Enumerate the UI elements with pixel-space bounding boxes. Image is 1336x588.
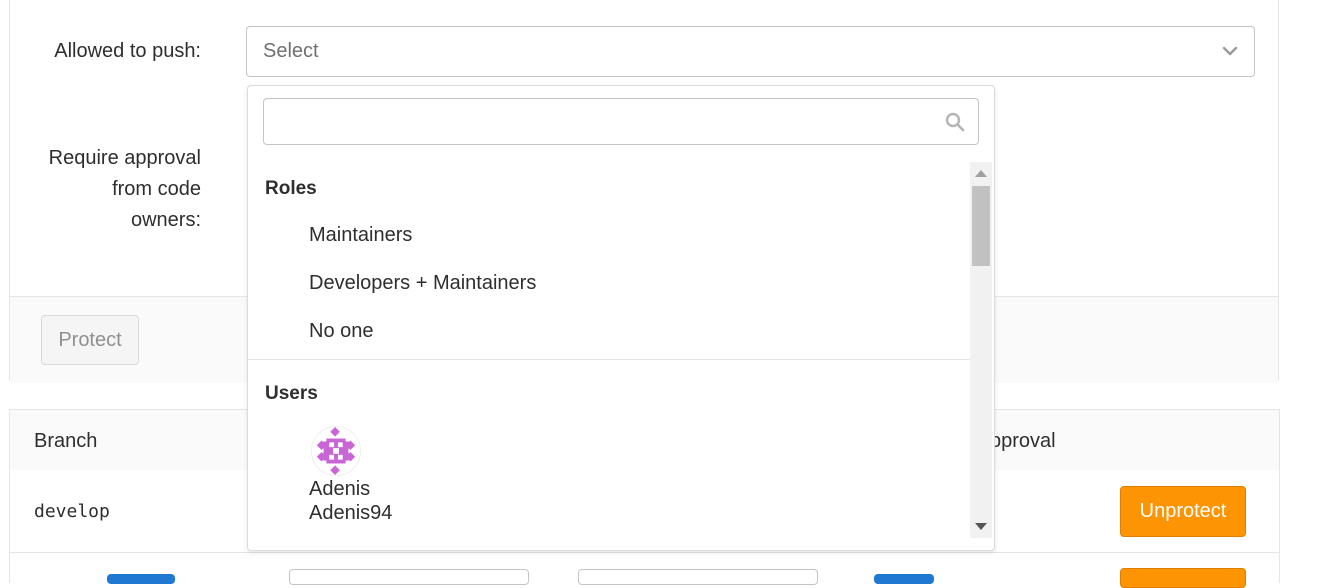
dropdown-list: Roles Maintainers Developers + Maintaine… <box>248 160 970 540</box>
dropdown-user-item[interactable]: Adenis Adenis94 <box>309 426 609 536</box>
scrollbar-thumb[interactable] <box>972 186 990 266</box>
unprotect-button[interactable]: Unprotect <box>1120 486 1246 537</box>
dropdown-item-maintainers[interactable]: Maintainers <box>309 224 412 247</box>
dropdown-divider <box>248 359 970 360</box>
user-name: Adenis <box>309 478 371 500</box>
scroll-up-arrow-icon[interactable] <box>975 170 987 177</box>
dropdown-header-users: Users <box>265 383 318 404</box>
require-approval-label-line2: from code <box>112 178 201 200</box>
code-owner-toggle[interactable] <box>874 574 934 584</box>
branch-name: develop <box>34 501 110 522</box>
identicon-icon <box>312 427 360 475</box>
select-placeholder: Select <box>263 40 319 62</box>
dropdown-scrollbar[interactable] <box>970 162 992 538</box>
allowed-to-push-select[interactable]: Select <box>246 26 1255 77</box>
scroll-down-arrow-icon[interactable] <box>975 523 987 530</box>
unprotect-button[interactable] <box>1120 568 1246 588</box>
table-row <box>9 553 1280 588</box>
search-icon <box>945 112 965 132</box>
dropdown-header-roles: Roles <box>265 178 317 199</box>
column-header-branch: Branch <box>34 430 98 452</box>
allowed-to-push-label: Allowed to push: <box>54 40 201 62</box>
protect-button[interactable]: Protect <box>41 315 139 365</box>
user-username: Adenis94 <box>309 502 393 524</box>
allowed-to-push-dropdown: Roles Maintainers Developers + Maintaine… <box>247 85 995 551</box>
allowed-to-merge-select[interactable] <box>289 569 529 585</box>
require-approval-label-line1: Require approval <box>48 147 201 169</box>
require-approval-label: Require approval from code owners: <box>20 143 201 236</box>
role-dropdown-button[interactable] <box>107 574 175 584</box>
dropdown-item-no-one[interactable]: No one <box>309 320 374 343</box>
allowed-to-push-row-select[interactable] <box>578 569 818 585</box>
chevron-down-icon <box>1222 46 1238 56</box>
column-header-approval: pproval <box>990 430 1056 452</box>
require-approval-label-line3: owners: <box>130 209 201 231</box>
dropdown-item-developers-maintainers[interactable]: Developers + Maintainers <box>309 272 536 295</box>
dropdown-search-input[interactable] <box>263 98 979 145</box>
avatar <box>311 426 361 476</box>
